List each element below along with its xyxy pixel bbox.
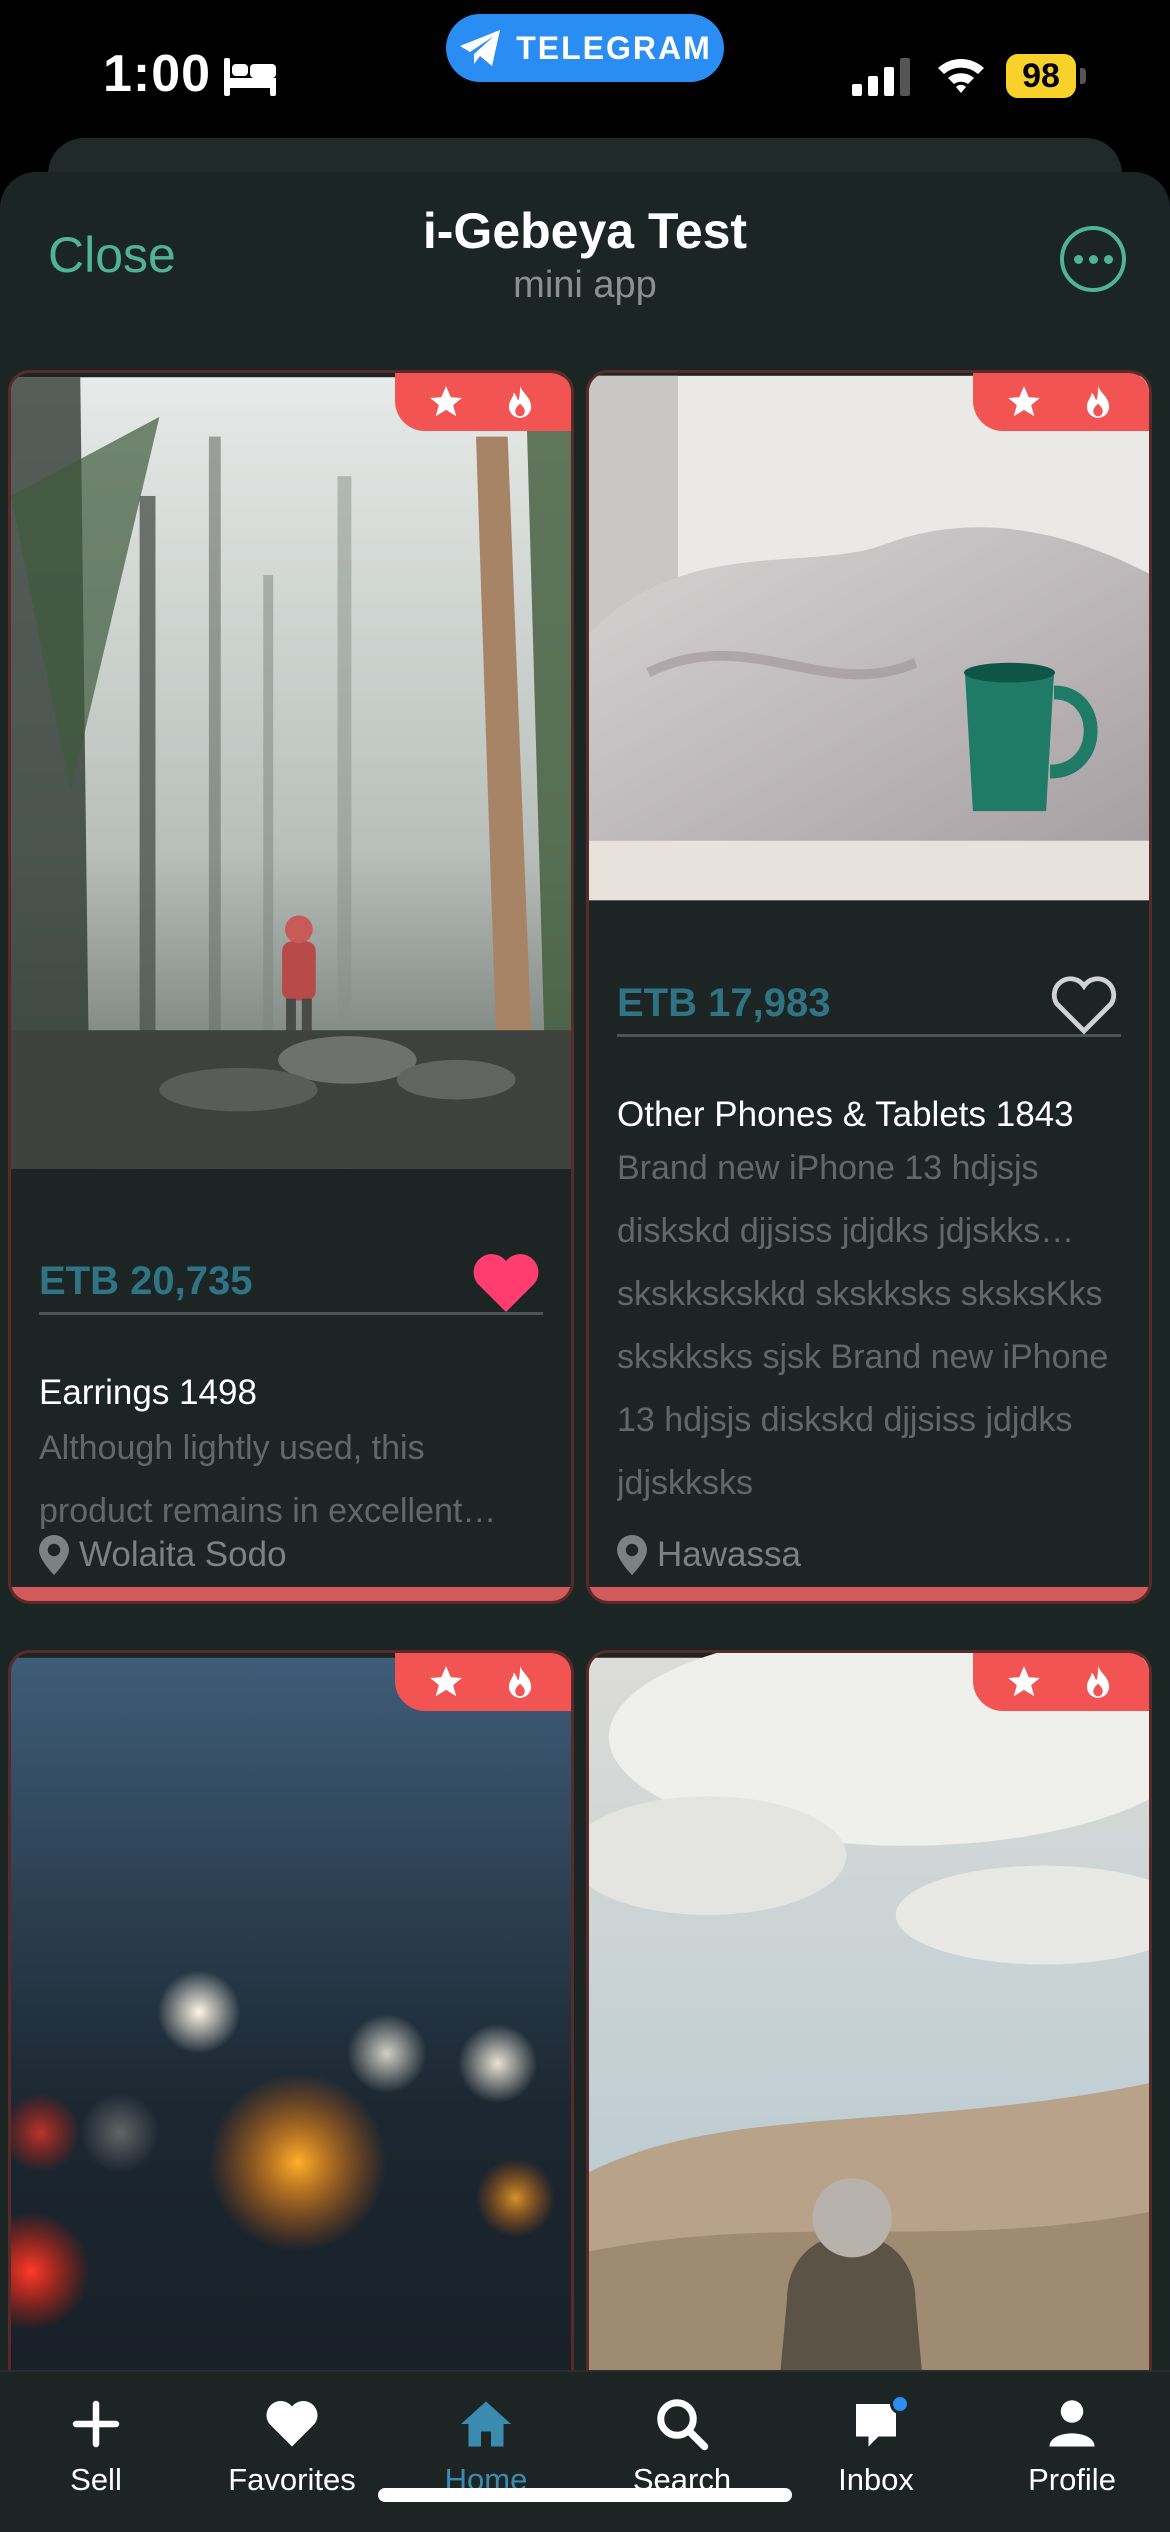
person-icon — [1049, 2400, 1095, 2447]
location-pin-icon — [39, 1535, 69, 1575]
status-time: 1:00 — [103, 45, 212, 103]
listing-location: Hawassa — [617, 1535, 801, 1575]
tab-sell[interactable]: Sell — [6, 2394, 186, 2498]
listing-location-text: Hawassa — [657, 1535, 801, 1574]
listing-description: Although lightly used, this product rema… — [39, 1429, 497, 1530]
listing-badges — [395, 373, 571, 431]
tab-label: Sell — [70, 2462, 122, 2497]
app-subtitle: mini app — [513, 264, 657, 306]
home-icon — [461, 2401, 511, 2447]
tab-label: Inbox — [838, 2462, 914, 2497]
card-accent-bar — [11, 1587, 571, 1601]
star-icon — [1008, 1666, 1040, 1697]
listing-title: Other Phones & Tablets 1843 — [617, 1095, 1074, 1134]
heart-icon — [266, 2401, 318, 2447]
signal-icon — [852, 58, 910, 96]
fire-icon — [508, 386, 532, 418]
tab-favorites[interactable]: Favorites — [202, 2394, 382, 2498]
card-accent-bar — [589, 1587, 1149, 1601]
tab-inbox[interactable]: Inbox — [786, 2394, 966, 2498]
wifi-icon — [938, 59, 984, 93]
home-indicator — [378, 2488, 792, 2502]
listing-card[interactable]: ETB 20,735 Earrings 1498 Although lightl… — [8, 370, 574, 1604]
listing-location-text: Wolaita Sodo — [79, 1535, 287, 1574]
listing-location: Wolaita Sodo — [39, 1535, 287, 1575]
battery-indicator: 98 — [1006, 54, 1076, 98]
favorite-heart-outline-icon[interactable] — [1047, 971, 1121, 1037]
listing-image — [11, 377, 571, 1169]
star-icon — [1008, 386, 1040, 417]
mini-app-sheet: Close i-Gebeya Test mini app ETB 20,735 … — [0, 172, 1170, 2532]
location-pin-icon — [617, 1535, 647, 1575]
more-options-button[interactable] — [1060, 226, 1126, 292]
bed-icon — [224, 58, 276, 96]
listing-badges — [395, 1653, 571, 1711]
listing-price: ETB 20,735 — [39, 1259, 253, 1303]
listing-title: Earrings 1498 — [39, 1373, 257, 1412]
telegram-icon — [460, 30, 501, 66]
star-icon — [430, 386, 462, 417]
telegram-pill[interactable]: TELEGRAM — [446, 14, 724, 82]
search-icon — [657, 2399, 709, 2451]
price-row: ETB 17,983 — [617, 973, 1121, 1037]
status-bar: 1:00 TELEGRAM 98 — [0, 0, 1170, 150]
star-icon — [430, 1666, 462, 1697]
notification-dot — [890, 2394, 910, 2414]
listing-badges — [973, 1653, 1149, 1711]
app-title: i-Gebeya Test — [422, 203, 748, 259]
listing-image — [589, 375, 1149, 901]
fire-icon — [1086, 386, 1110, 418]
fire-icon — [1086, 1666, 1110, 1698]
price-row: ETB 20,735 — [39, 1251, 543, 1315]
fire-icon — [508, 1666, 532, 1698]
plus-icon — [72, 2400, 120, 2448]
listing-card[interactable]: ETB 17,983 Other Phones & Tablets 1843 B… — [586, 370, 1152, 1604]
tab-search[interactable]: Search — [592, 2394, 772, 2498]
tab-label: Favorites — [228, 2462, 356, 2497]
tab-label: Profile — [1028, 2462, 1116, 2497]
bottom-tab-bar: Sell Favorites Home Search Inbox Profile — [0, 2370, 1170, 2532]
listing-price: ETB 17,983 — [617, 981, 831, 1025]
listing-description: Brand new iPhone 13 hdjsjs diskskd djjsi… — [617, 1149, 1109, 1502]
tab-home[interactable]: Home — [396, 2394, 576, 2498]
telegram-label: TELEGRAM — [516, 29, 712, 66]
battery-tip — [1080, 68, 1086, 84]
tab-profile[interactable]: Profile — [982, 2394, 1162, 2498]
listing-badges — [973, 373, 1149, 431]
favorite-heart-icon[interactable] — [469, 1249, 543, 1315]
